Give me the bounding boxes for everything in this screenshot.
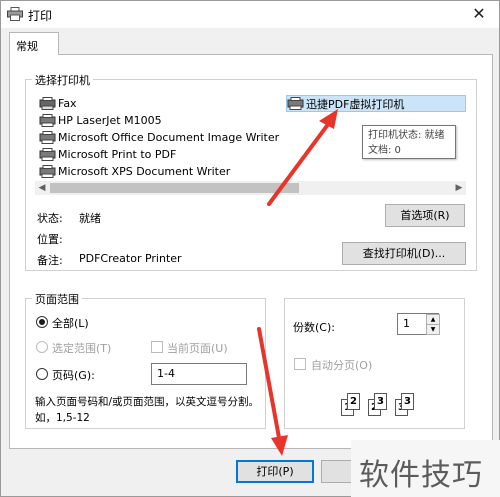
printer-list-scrollbar[interactable]: ◀ ▶ [35, 181, 466, 195]
printer-item-office-writer[interactable]: Microsoft Office Document Image Writer [39, 129, 279, 146]
printer-name: 迅捷PDF虚拟打印机 [306, 97, 405, 111]
current-page-label: 当前页面(U) [167, 342, 228, 355]
radio-selection[interactable] [36, 341, 48, 353]
printer-icon [39, 131, 56, 144]
print-button[interactable]: 打印(P) [236, 460, 314, 483]
radio-all[interactable] [36, 316, 48, 328]
window-title: 打印 [28, 9, 53, 23]
printer-item-xunjie-pdf[interactable]: 迅捷PDF虚拟打印机 [286, 95, 466, 112]
location-label: 位置: [37, 233, 63, 246]
watermark: 软件技巧 [351, 440, 500, 497]
status-value: 就绪 [79, 212, 101, 225]
printer-name: HP LaserJet M1005 [58, 114, 162, 127]
status-label: 状态: [37, 212, 63, 225]
scroll-left-icon[interactable]: ◀ [35, 181, 49, 195]
preferences-button[interactable]: 首选项(R) [385, 204, 465, 227]
printer-tooltip: 打印机状态: 就绪 文档: 0 [362, 125, 456, 159]
radio-all-label: 全部(L) [52, 317, 89, 330]
pages-input[interactable]: 1-4 [151, 363, 247, 385]
radio-selection-label: 选定范围(T) [52, 342, 112, 355]
printer-name: Microsoft Print to PDF [58, 148, 177, 161]
radio-pages[interactable] [36, 368, 48, 380]
printer-icon [39, 165, 56, 178]
tooltip-status: 打印机状态: 就绪 [368, 130, 445, 141]
scroll-right-icon[interactable]: ▶ [452, 181, 466, 195]
printer-icon [7, 7, 23, 21]
comment-value: PDFCreator Printer [79, 252, 182, 265]
radio-current-page[interactable] [151, 341, 163, 353]
printer-name: Microsoft Office Document Image Writer [58, 131, 280, 144]
printer-item-xps[interactable]: Microsoft XPS Document Writer [39, 163, 230, 180]
page-range-hint: 输入页面号码和/或页面范围，以英文逗号分割。如，1,5-12 [35, 396, 260, 424]
page-range-legend: 页面范围 [32, 291, 82, 307]
printer-item-print-to-pdf[interactable]: Microsoft Print to PDF [39, 146, 176, 163]
scrollbar-thumb[interactable] [50, 183, 299, 193]
printer-icon [287, 97, 304, 110]
printer-item-hp[interactable]: HP LaserJet M1005 [39, 112, 162, 129]
collate-label: 自动分页(O) [311, 359, 373, 372]
print-dialog: 打印 ✕ 常规 选择打印机 Fax HP LaserJet M1005 Micr… [0, 0, 500, 497]
tab-general[interactable]: 常规 [9, 32, 59, 55]
printer-group-legend: 选择打印机 [32, 72, 93, 88]
spin-down-icon[interactable]: ▼ [426, 324, 440, 335]
printer-icon [39, 148, 56, 161]
printer-name: Fax [58, 97, 77, 110]
printer-name: Microsoft XPS Document Writer [58, 165, 231, 178]
title-bar: 打印 ✕ [1, 1, 499, 28]
radio-pages-label: 页码(G): [52, 369, 95, 382]
collate-checkbox[interactable] [294, 358, 306, 370]
find-printer-button[interactable]: 查找打印机(D)... [342, 242, 466, 265]
printer-item-fax[interactable]: Fax [39, 95, 77, 112]
watermark-text: 软件技巧 [359, 458, 483, 493]
printer-icon [39, 114, 56, 127]
fax-icon [39, 97, 56, 110]
close-icon[interactable]: ✕ [469, 4, 489, 23]
tooltip-docs: 文档: 0 [368, 145, 401, 156]
copies-label: 份数(C): [293, 321, 335, 334]
comment-label: 备注: [37, 254, 63, 267]
